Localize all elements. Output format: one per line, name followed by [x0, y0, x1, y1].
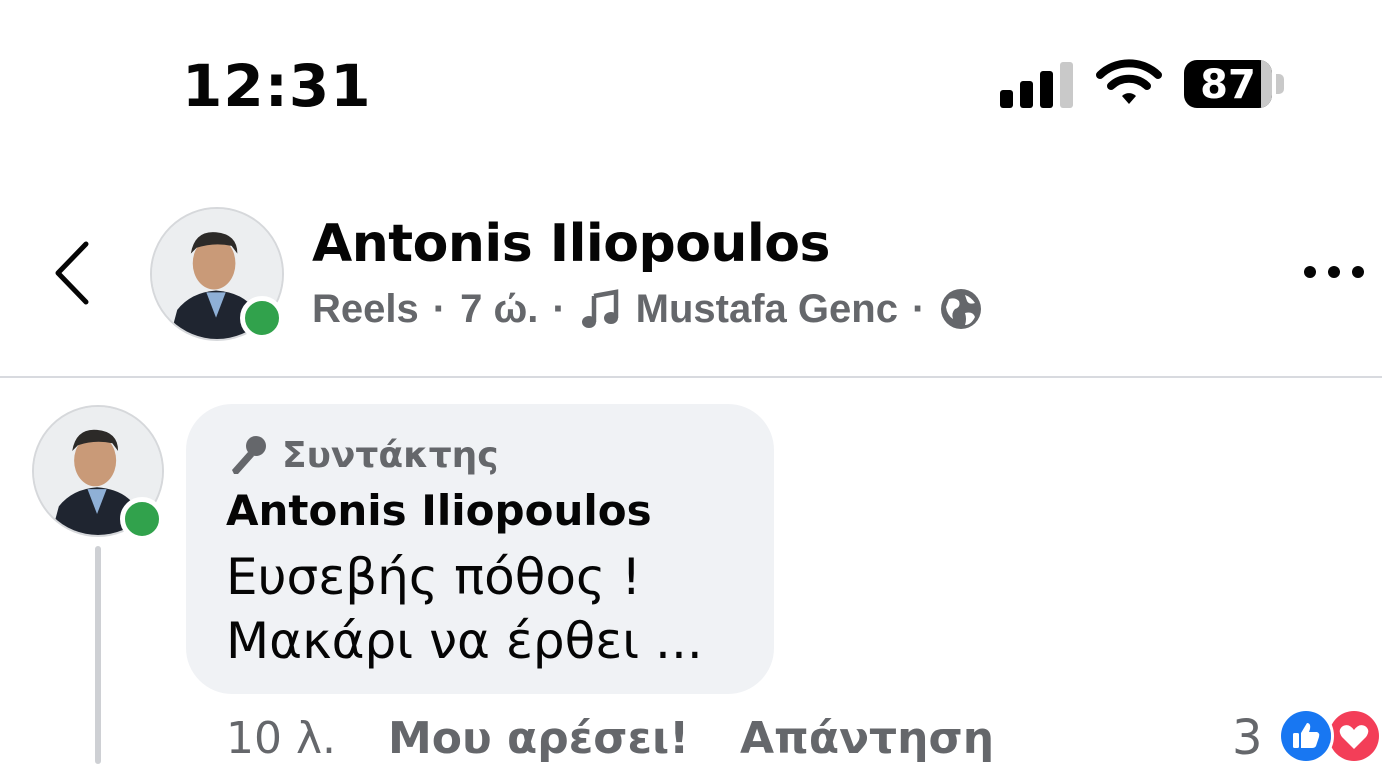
online-status-indicator: [120, 497, 164, 541]
header-divider: [0, 376, 1382, 378]
post-type-link[interactable]: Reels: [312, 287, 419, 332]
comment-text-line: Ευσεβής πόθος !: [226, 548, 642, 606]
header-author-name[interactable]: Antonis Iliopoulos: [312, 214, 830, 274]
comment-time: 10 λ.: [226, 712, 336, 764]
battery-icon: 87: [1184, 60, 1272, 108]
reply-button[interactable]: Απάντηση: [740, 710, 994, 764]
music-artist-link[interactable]: Mustafa Genc: [636, 287, 898, 332]
reaction-count[interactable]: 3: [1232, 710, 1263, 764]
music-note-icon: [581, 289, 618, 328]
meta-separator: ·: [911, 286, 926, 331]
like-reaction-icon[interactable]: [1278, 708, 1334, 764]
post-meta: Reels · 7 ώ. · Mustafa Genc ·: [312, 284, 983, 334]
wifi-icon: [1096, 59, 1162, 104]
microphone-icon: [232, 436, 266, 474]
post-time: 7 ώ.: [460, 286, 539, 331]
author-badge: Συντάκτης: [226, 430, 499, 480]
more-options-icon[interactable]: [1302, 262, 1366, 282]
like-comment-button[interactable]: Μου αρέσει!: [388, 710, 689, 764]
comment-text-line: Μακάρι να έρθει ...: [226, 612, 703, 670]
love-reaction-icon[interactable]: [1326, 708, 1382, 764]
comment-text: Ευσεβής πόθος ! Μακάρι να έρθει ...: [226, 545, 703, 673]
comment-author[interactable]: Antonis Iliopoulos: [226, 486, 652, 535]
battery-cap: [1276, 74, 1284, 94]
online-status-indicator: [240, 296, 284, 340]
author-badge-label: Συντάκτης: [282, 434, 499, 476]
back-chevron-icon[interactable]: [50, 238, 94, 308]
meta-separator: ·: [432, 286, 447, 331]
cellular-signal-icon: [1000, 62, 1074, 108]
globe-icon: [941, 289, 982, 329]
status-time: 12:31: [182, 52, 372, 120]
battery-level: 87: [1200, 62, 1256, 108]
meta-separator: ·: [552, 286, 566, 331]
comment-thread-line: [95, 546, 101, 764]
